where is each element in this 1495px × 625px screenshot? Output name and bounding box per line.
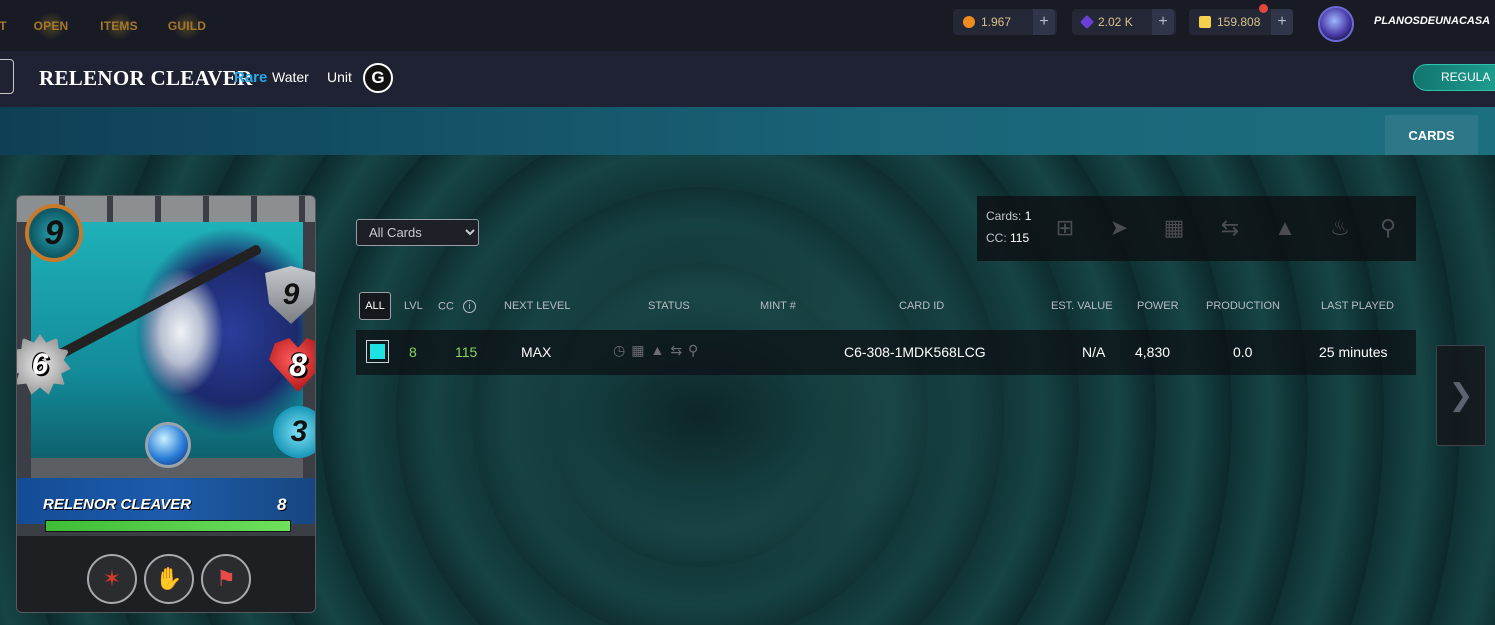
cards-count-label: Cards:	[986, 209, 1022, 223]
header-cc-label: CC	[438, 300, 454, 313]
row-card-id[interactable]: C6-308-1MDK568LCG	[844, 344, 986, 360]
tab-cards[interactable]: CARDS	[1385, 115, 1478, 155]
next-card-button[interactable]: ❯	[1436, 345, 1486, 446]
credits-balance: 1.967 +	[953, 9, 1057, 35]
lock-icon[interactable]: ▲	[1271, 214, 1299, 242]
delegate-icon: ⚲	[688, 342, 699, 358]
header-est-value[interactable]: EST. VALUE	[1051, 300, 1113, 312]
header-power[interactable]: POWER	[1137, 300, 1179, 312]
nav-item-label: GUILD	[167, 19, 207, 33]
header-cc[interactable]: CC i	[438, 300, 476, 313]
sps-balance: 159.808 +	[1189, 9, 1293, 35]
nav-item-open[interactable]: OPEN	[30, 8, 72, 44]
burn-icon[interactable]: ♨	[1326, 214, 1354, 242]
row-checkbox-checked	[370, 344, 385, 359]
blood-rage-icon[interactable]: ✶	[87, 554, 137, 604]
top-nav: T OPEN ITEMS GUILD 1.967 + 2.02 K + 159.…	[0, 0, 1495, 51]
combine-icon[interactable]: ⊞	[1051, 214, 1079, 242]
credits-value: 1.967	[981, 15, 1012, 29]
row-est-value: N/A	[1082, 344, 1106, 360]
clock-icon: ◷	[613, 342, 626, 358]
rally-flag-icon[interactable]: ⚑	[201, 554, 251, 604]
xp-bar-fill	[46, 521, 290, 531]
nav-item-guild[interactable]: GUILD	[166, 8, 208, 44]
cards-count: Cards: 1	[986, 209, 1031, 223]
header-mint[interactable]: MINT #	[760, 300, 796, 312]
card-filter-select[interactable]: All Cards	[356, 219, 479, 246]
row-next-level: MAX	[521, 344, 552, 360]
header-status[interactable]: STATUS	[648, 300, 690, 312]
row-production: 0.0	[1233, 344, 1253, 360]
cards-table-header: ALL LVL CC i NEXT LEVEL STATUS MINT # CA…	[356, 290, 1416, 322]
speed-stat: 3	[273, 406, 315, 458]
card-type: Unit	[327, 69, 352, 85]
add-sps-button[interactable]: +	[1271, 9, 1293, 35]
row-last-played: 25 minutes	[1319, 344, 1388, 360]
bulk-actions-panel: Cards: 1 CC: 115 ⊞ ➤ ▦ ⇆ ▲ ♨ ⚲	[977, 196, 1416, 261]
edition-icon: G	[363, 63, 393, 93]
add-dec-button[interactable]: +	[1152, 9, 1174, 35]
card-element: Water	[272, 69, 309, 85]
header-last-played[interactable]: LAST PLAYED	[1321, 300, 1394, 312]
nav-item-label: ITEMS	[100, 19, 138, 33]
header-production[interactable]: PRODUCTION	[1206, 300, 1280, 312]
header-card-id[interactable]: CARD ID	[899, 300, 944, 312]
card-rarity: Rare	[234, 69, 268, 86]
tab-band: CARDS	[0, 107, 1495, 155]
send-icon[interactable]: ➤	[1105, 214, 1133, 242]
card-art: RELENOR CLEAVER 8 ✶ ✋ ⚑ 9 9 8 3 6	[16, 195, 316, 613]
nav-item-label: T	[0, 19, 7, 33]
sps-value: 159.808	[1217, 15, 1261, 29]
delegate-icon[interactable]: ⚲	[1374, 214, 1402, 242]
header-next-level[interactable]: NEXT LEVEL	[504, 300, 570, 312]
info-icon[interactable]: i	[462, 300, 476, 313]
row-power: 4,830	[1135, 344, 1171, 360]
avatar[interactable]	[1318, 6, 1354, 42]
select-all-button[interactable]: ALL	[359, 292, 391, 320]
dec-balance: 2.02 K +	[1072, 9, 1176, 35]
cripple-claw-icon[interactable]: ✋	[144, 554, 194, 604]
username[interactable]: PLANOSDEUNACASA	[1374, 15, 1490, 27]
card-level: 8	[277, 495, 287, 514]
dec-value: 2.02 K	[1098, 15, 1133, 29]
nav-item-battle[interactable]: T	[0, 8, 10, 44]
row-checkbox[interactable]	[366, 340, 389, 363]
nav-item-label: OPEN	[33, 19, 69, 33]
nav-item-items[interactable]: ITEMS	[97, 8, 141, 44]
cc-count-label: CC:	[986, 231, 1007, 245]
lock-icon: ▲	[650, 342, 665, 358]
water-element-icon	[145, 422, 191, 468]
xp-bar	[45, 520, 291, 532]
cc-count-value: 115	[1010, 231, 1030, 245]
mana-stat: 9	[25, 204, 83, 262]
transfer-icon[interactable]: ⇆	[1216, 214, 1244, 242]
chevron-right-icon: ❯	[1448, 379, 1474, 412]
back-button[interactable]	[0, 59, 14, 94]
page-title: RELENOR CLEAVER	[39, 66, 253, 90]
sps-crystal-icon	[1199, 16, 1211, 28]
table-row[interactable]: 8 115 MAX ◷ ▦ ▲ ⇆ ⚲ C6-308-1MDK568LCG N/…	[356, 330, 1416, 375]
row-lvl: 8	[409, 344, 417, 360]
cc-count: CC: 115	[986, 231, 1029, 245]
row-status-icons: ◷ ▦ ▲ ⇆ ⚲	[613, 342, 698, 359]
market-icon: ▦	[631, 342, 645, 358]
regular-toggle-button[interactable]: REGULA	[1413, 64, 1495, 91]
cards-count-value: 1	[1024, 209, 1032, 223]
card-name: RELENOR CLEAVER	[43, 496, 192, 513]
credits-coin-icon	[963, 16, 975, 28]
transfer-icon: ⇆	[670, 342, 683, 358]
card-title-bar: RELENOR CLEAVER Rare Water Unit G REGULA	[0, 51, 1495, 107]
row-cc: 115	[455, 344, 478, 360]
notification-dot	[1259, 4, 1268, 13]
header-lvl[interactable]: LVL	[404, 300, 423, 312]
add-credits-button[interactable]: +	[1033, 9, 1055, 35]
market-icon[interactable]: ▦	[1160, 214, 1188, 242]
